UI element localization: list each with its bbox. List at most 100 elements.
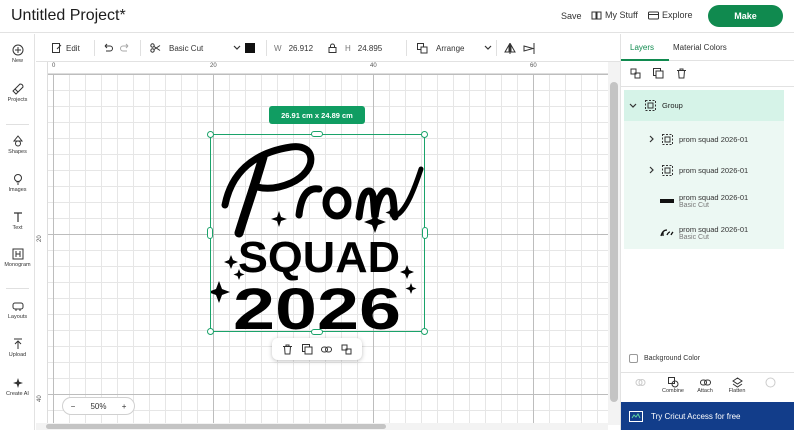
trash-icon[interactable] xyxy=(676,68,687,79)
sparkle-icon xyxy=(12,378,23,388)
upload-label: Upload xyxy=(8,352,27,358)
flip-icon xyxy=(504,42,516,54)
combine-button[interactable]: Combine xyxy=(658,377,688,394)
attach-icon[interactable] xyxy=(321,344,333,355)
zoom-out-button[interactable]: − xyxy=(71,402,76,411)
toolbar-divider xyxy=(94,40,95,56)
vertical-scrollbar[interactable] xyxy=(608,62,620,425)
layer-tools xyxy=(621,61,794,87)
width-input[interactable]: 26.912 xyxy=(286,40,316,56)
chevron-down-icon xyxy=(233,45,241,50)
save-button[interactable]: Save xyxy=(561,11,582,21)
toolbar-divider xyxy=(266,40,267,56)
new-label: New xyxy=(11,58,23,64)
edit-menu[interactable]: Edit xyxy=(52,34,80,62)
monogram-icon xyxy=(12,248,23,260)
left-toolbar: New Projects Shapes Images Text Monogram… xyxy=(0,34,35,430)
layer-item[interactable]: prom squad 2026-01 xyxy=(624,131,784,147)
arrange-label: Arrange xyxy=(436,43,465,53)
upload-button[interactable]: Upload xyxy=(0,338,35,358)
attach-label: Attach xyxy=(697,388,713,394)
my-stuff-button[interactable]: My Stuff xyxy=(591,10,638,20)
lock-ratio-button[interactable] xyxy=(328,34,337,62)
selection-box[interactable] xyxy=(210,134,425,332)
create-ai-button[interactable]: Create AI xyxy=(0,377,35,397)
resize-handle-bottom[interactable] xyxy=(311,329,323,335)
group-icon xyxy=(662,164,673,176)
resize-handle-right[interactable] xyxy=(422,227,428,239)
background-color-row[interactable]: Background Color xyxy=(629,354,700,363)
attach-button[interactable]: Attach xyxy=(690,377,720,394)
right-panel: Layers Material Colors Group prom squad … xyxy=(620,34,794,430)
redo-button[interactable] xyxy=(120,34,131,62)
trash-icon[interactable] xyxy=(282,344,293,355)
layouts-icon xyxy=(12,302,23,311)
ungroup-icon[interactable] xyxy=(341,344,352,355)
undo-button[interactable] xyxy=(102,34,113,62)
layer-item[interactable]: prom squad 2026-01 xyxy=(624,162,784,178)
cricut-access-banner[interactable]: Try Cricut Access for free xyxy=(621,402,794,430)
resize-handle-top[interactable] xyxy=(311,131,323,137)
layer-name: prom squad 2026-01 xyxy=(679,165,749,175)
width-label: W xyxy=(274,43,282,53)
duplicate-icon[interactable] xyxy=(653,68,664,79)
operation-label: Basic Cut xyxy=(169,43,204,53)
flip-button[interactable] xyxy=(504,34,516,62)
horizontal-scrollbar[interactable] xyxy=(36,423,608,430)
toolbar-divider xyxy=(496,40,497,56)
background-color-checkbox[interactable] xyxy=(629,354,638,363)
explore-button[interactable]: Explore xyxy=(648,10,693,20)
thumb-prom-icon xyxy=(660,229,674,237)
width-field[interactable]: W 26.912 xyxy=(274,34,316,62)
layer-item[interactable]: prom squad 2026-01 Basic Cut xyxy=(624,189,784,213)
make-button[interactable]: Make xyxy=(708,5,783,27)
new-button[interactable]: New xyxy=(0,44,35,64)
project-title[interactable]: Untitled Project* xyxy=(11,7,126,25)
shapes-button[interactable]: Shapes xyxy=(0,135,35,155)
ruler-vertical: 20 40 xyxy=(36,62,48,425)
height-field[interactable]: H 24.895 xyxy=(345,34,385,62)
toolbar-divider xyxy=(6,124,29,125)
resize-handle-bl[interactable] xyxy=(207,328,214,335)
color-swatch-button[interactable] xyxy=(245,34,255,62)
ruler-horizontal: 0 20 40 60 xyxy=(36,62,608,74)
text-button[interactable]: Text xyxy=(0,211,35,231)
my-stuff-label: My Stuff xyxy=(605,10,638,20)
align-button[interactable] xyxy=(523,34,535,62)
height-input[interactable]: 24.895 xyxy=(355,40,385,56)
arrange-select[interactable]: Arrange xyxy=(417,34,492,62)
chevron-down-icon[interactable] xyxy=(629,103,637,109)
resize-handle-tr[interactable] xyxy=(421,131,428,138)
layer-list: prom squad 2026-01 prom squad 2026-01 pr… xyxy=(624,121,784,249)
layer-group-row[interactable]: Group xyxy=(624,90,784,121)
ungroup-icon[interactable] xyxy=(630,68,641,79)
duplicate-icon[interactable] xyxy=(301,343,313,355)
text-icon xyxy=(13,212,22,222)
operation-select[interactable]: Basic Cut xyxy=(150,34,241,62)
projects-button[interactable]: Projects xyxy=(0,83,35,103)
background-color-label: Background Color xyxy=(644,355,701,362)
vertical-scroll-thumb[interactable] xyxy=(610,82,618,402)
horizontal-scroll-thumb[interactable] xyxy=(46,424,386,429)
tab-layers[interactable]: Layers xyxy=(630,43,654,52)
chevron-right-icon[interactable] xyxy=(649,135,655,143)
book-icon xyxy=(591,11,602,19)
layouts-button[interactable]: Layouts xyxy=(0,300,35,320)
flatten-button[interactable]: Flatten xyxy=(722,377,752,394)
layer-item[interactable]: prom squad 2026-01 Basic Cut xyxy=(624,221,784,245)
tab-material-colors[interactable]: Material Colors xyxy=(673,43,727,52)
layer-name: prom squad 2026-01 xyxy=(679,193,749,202)
zoom-in-button[interactable]: + xyxy=(122,402,127,411)
attach-icon xyxy=(699,379,711,386)
resize-handle-tl[interactable] xyxy=(207,131,214,138)
combine-label: Combine xyxy=(661,388,684,394)
monogram-button[interactable]: Monogram xyxy=(0,248,35,268)
resize-handle-left[interactable] xyxy=(207,227,213,239)
slice-button[interactable] xyxy=(625,377,655,388)
contour-button[interactable] xyxy=(755,377,785,388)
images-button[interactable]: Images xyxy=(0,173,35,193)
chevron-right-icon[interactable] xyxy=(649,166,655,174)
color-swatch xyxy=(245,43,255,53)
undo-icon xyxy=(104,43,113,52)
resize-handle-br[interactable] xyxy=(421,328,428,335)
